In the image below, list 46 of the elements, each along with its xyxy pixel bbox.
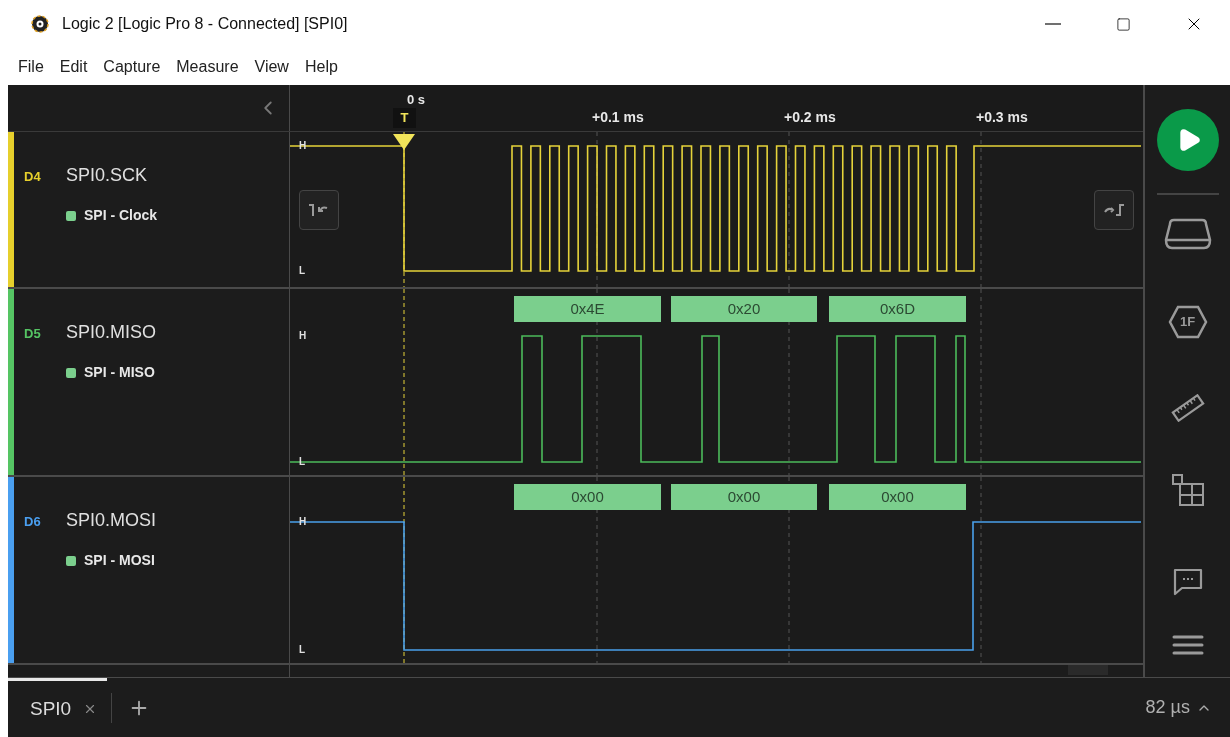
low-level-label: L: [299, 645, 306, 655]
decoded-byte[interactable]: 0x00: [514, 484, 661, 510]
menu-item[interactable]: View: [246, 54, 297, 79]
minimize-icon: [1045, 23, 1061, 25]
ruler-icon[interactable]: [1170, 394, 1205, 422]
chat-icon[interactable]: [1172, 568, 1203, 596]
channel-name[interactable]: SPI0.MISO: [66, 319, 157, 346]
scrollbar-thumb[interactable]: [1068, 665, 1108, 675]
maximize-icon: [1115, 16, 1131, 32]
decoded-byte[interactable]: 0x20: [671, 296, 817, 322]
menu-icon[interactable]: [1171, 634, 1204, 656]
analyzer-label[interactable]: SPI - MOSI: [84, 550, 155, 571]
session-tab[interactable]: SPI0: [8, 678, 108, 737]
decoded-byte[interactable]: 0x00: [829, 484, 966, 510]
low-level-label: L: [299, 266, 306, 276]
channel-id: D5: [24, 325, 42, 343]
time-tick-label: +0.1 ms: [592, 108, 644, 127]
menu-item[interactable]: Help: [296, 54, 346, 79]
app-logo-icon: [30, 14, 50, 34]
next-edge-icon: [1102, 202, 1126, 218]
menu-item[interactable]: File: [10, 54, 52, 79]
decoded-byte[interactable]: 0x6D: [829, 296, 966, 322]
device-icon[interactable]: [1163, 218, 1212, 252]
channel-name[interactable]: SPI0.MOSI: [66, 507, 157, 534]
menu-item[interactable]: Capture: [95, 54, 169, 79]
capture-duration[interactable]: 82 µs: [1145, 694, 1190, 721]
analyzer-label[interactable]: SPI - Clock: [84, 205, 158, 226]
trigger-badge[interactable]: T: [393, 108, 416, 128]
time-tick-label: +0.3 ms: [976, 108, 1028, 127]
decoded-byte[interactable]: 0x4E: [514, 296, 661, 322]
decoded-byte[interactable]: 0x00: [671, 484, 817, 510]
analyzer-label[interactable]: SPI - MISO: [84, 362, 155, 383]
trigger-marker[interactable]: [393, 134, 415, 150]
next-edge-button[interactable]: [1094, 190, 1134, 230]
menu-item[interactable]: Measure: [168, 54, 247, 79]
previous-edge-button[interactable]: [299, 190, 339, 230]
time-tick-label: +0.2 ms: [784, 108, 836, 127]
trigger-time: 0 s: [406, 91, 426, 109]
channel-name[interactable]: SPI0.SCK: [66, 162, 148, 189]
analyzer-button[interactable]: 1F: [1167, 305, 1208, 339]
extensions-icon[interactable]: [1171, 474, 1204, 506]
menu-item[interactable]: Edit: [51, 54, 96, 79]
window-title: Logic 2 [Logic Pro 8 - Connected] [SPI0]: [62, 14, 348, 34]
channel-id: D6: [24, 513, 42, 531]
high-level-label: H: [299, 331, 307, 341]
channel-id: D4: [24, 168, 42, 186]
